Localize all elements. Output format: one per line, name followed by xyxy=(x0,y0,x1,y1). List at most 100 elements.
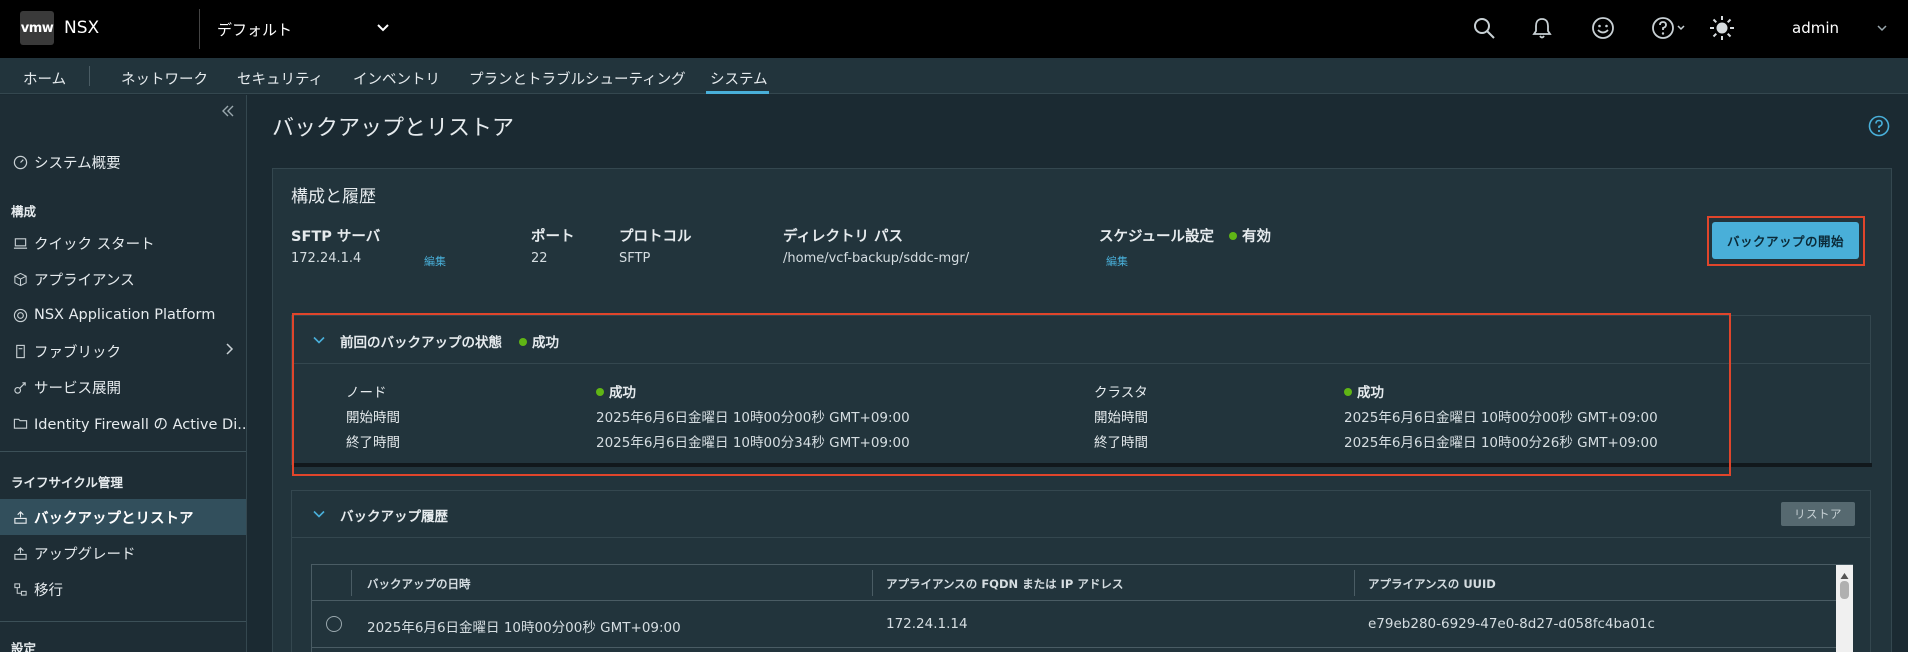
node-status: 成功 xyxy=(596,381,636,401)
panel-header-divider xyxy=(292,537,1870,538)
node-status-text: 成功 xyxy=(609,385,636,401)
table-cell-datetime: 2025年6月6日金曜日 10時00分00秒 GMT+09:00 xyxy=(367,620,681,636)
sidebar-item-fabric[interactable]: ファブリック xyxy=(0,333,246,369)
chevron-down-icon[interactable] xyxy=(312,333,326,351)
card-title: 構成と履歴 xyxy=(291,187,376,207)
start-backup-button[interactable]: バックアップの開始 xyxy=(1712,222,1859,259)
help-menu-icon[interactable] xyxy=(1650,14,1690,42)
sidebar-item-appliances[interactable]: アプライアンス xyxy=(0,261,246,297)
directory-path-value: /home/vcf-backup/sddc-mgr/ xyxy=(783,251,970,266)
tab-inventory[interactable]: インベントリ xyxy=(353,68,440,89)
column-header-appliance-uuid[interactable]: アプライアンスの UUID xyxy=(1368,576,1496,592)
protocol-label: プロトコル xyxy=(619,229,692,245)
page-title: バックアップとリストア xyxy=(272,116,515,141)
column-header-backup-datetime[interactable]: バックアップの日時 xyxy=(367,576,471,592)
sidebar-item-identity-firewall[interactable]: Identity Firewall の Active Di... xyxy=(0,405,246,441)
edit-schedule-link[interactable]: 編集 xyxy=(1106,253,1128,269)
laptop-icon xyxy=(12,235,28,251)
sidebar-item-upgrade[interactable]: アップグレード xyxy=(0,535,246,571)
bell-icon[interactable] xyxy=(1528,14,1556,42)
sidebar-section-lifecycle: ライフサイクル管理 xyxy=(11,475,123,490)
active-tab-indicator xyxy=(706,91,769,94)
tab-network[interactable]: ネットワーク xyxy=(121,68,208,89)
cluster-label: クラスタ xyxy=(1094,385,1148,401)
header-divider xyxy=(199,9,200,49)
status-dot-icon xyxy=(519,338,527,346)
edit-sftp-link[interactable]: 編集 xyxy=(424,253,446,269)
node-end-label: 終了時間 xyxy=(346,435,400,451)
tab-home[interactable]: ホーム xyxy=(23,68,66,89)
backup-history-title: バックアップ履歴 xyxy=(340,509,448,525)
column-divider[interactable] xyxy=(872,570,873,596)
cluster-start-value: 2025年6月6日金曜日 10時00分00秒 GMT+09:00 xyxy=(1344,410,1658,426)
sidebar-item-label: システム概要 xyxy=(34,155,121,172)
schedule-status-text: 有効 xyxy=(1242,229,1272,245)
table-cell-uuid: e79eb280-6929-47e0-8d27-d058fc4ba01c xyxy=(1368,616,1655,632)
chevron-down-icon[interactable] xyxy=(376,18,390,42)
schedule-status: 有効 xyxy=(1229,229,1271,245)
column-divider xyxy=(351,570,352,596)
sidebar-divider xyxy=(0,621,246,622)
cluster-status: 成功 xyxy=(1344,381,1384,401)
status-dot-icon xyxy=(1344,388,1352,396)
tab-system[interactable]: システム xyxy=(710,68,768,89)
sidebar-item-migration[interactable]: 移行 xyxy=(0,571,246,607)
smiley-feedback-icon[interactable] xyxy=(1589,14,1617,42)
tab-plan-troubleshooting[interactable]: プランとトラブルシューティング xyxy=(469,68,686,89)
sidebar-item-label: 移行 xyxy=(34,582,63,599)
cluster-start-label: 開始時間 xyxy=(1094,410,1148,426)
sidebar-item-backup-restore[interactable]: バックアップとリストア xyxy=(0,499,246,535)
status-dot-icon xyxy=(596,388,604,396)
cluster-end-label: 終了時間 xyxy=(1094,435,1148,451)
collapse-sidebar-icon[interactable] xyxy=(220,103,236,123)
schedule-label: スケジュール設定 有効 xyxy=(1099,225,1271,246)
schedule-label-text: スケジュール設定 xyxy=(1099,229,1214,245)
last-backup-status: 成功 xyxy=(519,331,559,351)
node-start-label: 開始時間 xyxy=(346,410,400,426)
chevron-right-icon[interactable] xyxy=(224,342,234,360)
search-icon[interactable] xyxy=(1470,14,1498,42)
theme-sun-icon[interactable] xyxy=(1708,14,1736,42)
column-divider[interactable] xyxy=(1354,570,1355,596)
sidebar-item-label: ファブリック xyxy=(34,344,121,361)
sidebar-item-label: アプライアンス xyxy=(34,272,135,289)
port-value: 22 xyxy=(531,251,548,266)
nav-divider xyxy=(89,66,90,86)
sidebar-item-quick-start[interactable]: クイック スタート xyxy=(0,225,246,261)
folder-icon xyxy=(12,415,28,431)
tenant-selector[interactable]: デフォルト xyxy=(217,19,292,40)
last-backup-title: 前回のバックアップの状態 xyxy=(340,335,502,351)
sidebar-item-nsx-application-platform[interactable]: NSX Application Platform xyxy=(0,297,246,333)
user-menu[interactable]: admin xyxy=(1792,19,1839,37)
help-icon[interactable] xyxy=(1868,115,1890,141)
main-nav: ホーム ネットワーク セキュリティ インベントリ プランとトラブルシューティング… xyxy=(0,58,1908,94)
sftp-server-value: 172.24.1.4 xyxy=(291,251,362,266)
table-row-divider xyxy=(312,647,1836,648)
circle-target-icon xyxy=(12,307,28,323)
sidebar-section-config: 構成 xyxy=(11,204,37,219)
sidebar-item-label: アップグレード xyxy=(34,546,136,563)
app-name: NSX xyxy=(64,18,100,38)
sftp-server-label: SFTP サーバ xyxy=(291,229,381,245)
scroll-thumb[interactable] xyxy=(1840,581,1849,599)
panel-shadow xyxy=(292,463,1872,467)
sidebar-item-label: Identity Firewall の Active Di... xyxy=(34,416,246,433)
table-cell-fqdn: 172.24.1.14 xyxy=(886,616,968,632)
sidebar-item-label: NSX Application Platform xyxy=(34,307,216,323)
column-header-appliance-fqdn[interactable]: アプライアンスの FQDN または IP アドレス xyxy=(886,576,1123,592)
directory-path-label: ディレクトリ パス xyxy=(783,229,904,245)
cluster-end-value: 2025年6月6日金曜日 10時00分26秒 GMT+09:00 xyxy=(1344,435,1658,451)
sidebar-item-label: クイック スタート xyxy=(34,236,155,253)
row-select-radio[interactable] xyxy=(326,616,342,632)
restore-button[interactable]: リストア xyxy=(1781,502,1855,526)
sidebar-item-service-deployment[interactable]: サービス展開 xyxy=(0,369,246,405)
migrate-icon xyxy=(12,581,28,597)
chevron-down-icon[interactable] xyxy=(312,507,326,525)
sidebar-divider xyxy=(0,451,246,452)
box-icon xyxy=(12,271,28,287)
upgrade-icon xyxy=(12,545,28,561)
port-label: ポート xyxy=(531,229,575,245)
tab-security[interactable]: セキュリティ xyxy=(237,68,323,89)
chevron-down-icon[interactable] xyxy=(1876,20,1888,40)
sidebar-item-system-overview[interactable]: システム概要 xyxy=(0,144,246,180)
